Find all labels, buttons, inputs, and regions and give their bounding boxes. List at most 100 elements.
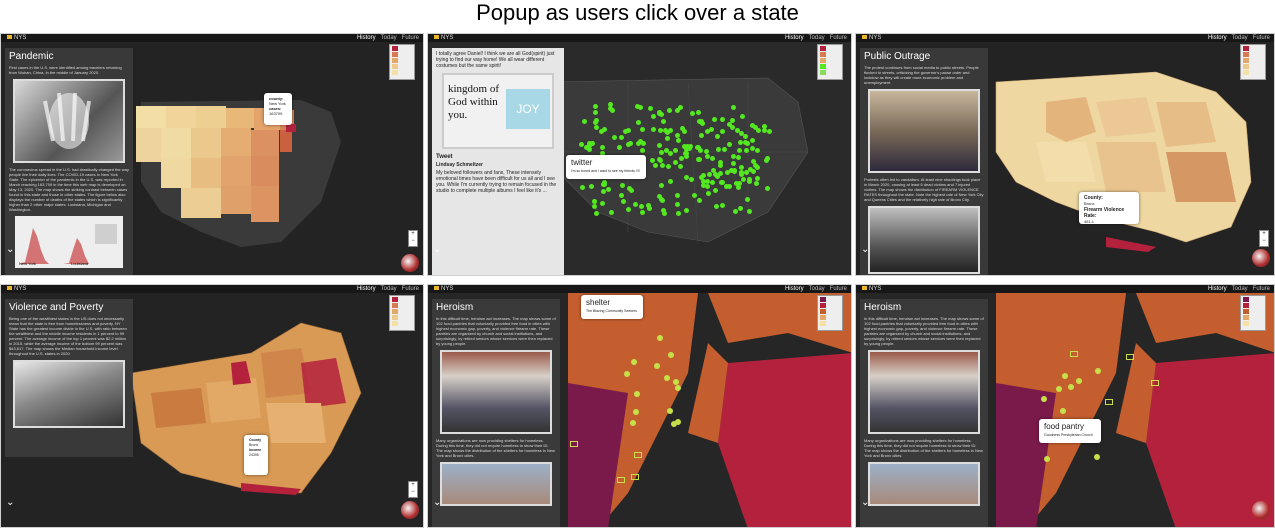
shelter-marker[interactable] [675, 384, 682, 391]
app-logo[interactable]: NYS [434, 34, 453, 42]
tweet-point[interactable] [635, 119, 641, 125]
tweet-point[interactable] [627, 140, 633, 146]
zoom-control[interactable]: + − [408, 481, 418, 498]
tweet-point[interactable] [638, 204, 644, 210]
globe-icon[interactable] [401, 501, 419, 519]
tweet-point[interactable] [737, 206, 743, 212]
shelter-flag[interactable] [630, 473, 639, 480]
tweet-point[interactable] [673, 148, 679, 154]
tweet-point[interactable] [740, 113, 746, 119]
tweet-point[interactable] [588, 183, 594, 189]
nav-history[interactable]: History [357, 286, 376, 292]
shelter-flag[interactable] [617, 477, 626, 484]
tweet-point[interactable] [699, 120, 705, 126]
tweet-point[interactable] [658, 197, 664, 203]
tweet-point[interactable] [720, 117, 726, 123]
tweet-point[interactable] [587, 140, 593, 146]
pantry-marker[interactable] [1060, 408, 1066, 415]
shelter-marker[interactable] [666, 407, 673, 414]
tweet-point[interactable] [755, 127, 761, 133]
tweet-point[interactable] [728, 167, 734, 173]
nav-history[interactable]: History [785, 35, 804, 41]
tweet-point[interactable] [753, 181, 759, 187]
pantry-flag[interactable] [1070, 350, 1079, 357]
tweet-point[interactable] [754, 148, 760, 154]
map-popup[interactable]: twitter I'm so bored and I want to see m… [566, 155, 646, 179]
tweet-point[interactable] [738, 164, 744, 170]
nav-future[interactable]: Future [402, 35, 419, 41]
tweet-point[interactable] [711, 167, 717, 173]
tweet-point[interactable] [619, 193, 625, 199]
tweet-point[interactable] [666, 107, 672, 113]
app-logo[interactable]: NYS [862, 34, 881, 42]
tweet-point[interactable] [710, 179, 716, 185]
tweet-point[interactable] [696, 110, 702, 116]
tweet-point[interactable] [704, 153, 710, 159]
tweet-point[interactable] [678, 164, 684, 170]
pantry-flag[interactable] [1105, 398, 1114, 405]
tweet-point[interactable] [656, 156, 662, 162]
tweet-point[interactable] [744, 196, 750, 202]
tweet-point[interactable] [602, 126, 608, 132]
tweet-point[interactable] [626, 207, 631, 213]
shelter-marker[interactable] [668, 352, 675, 359]
tweet-point[interactable] [592, 109, 598, 115]
tweet-point[interactable] [684, 143, 690, 149]
tweet-point[interactable] [632, 201, 638, 207]
tweet-point[interactable] [659, 183, 665, 189]
tweet-point[interactable] [705, 190, 711, 196]
tweet-point[interactable] [739, 169, 745, 175]
nav-future[interactable]: Future [830, 286, 847, 292]
nav-future[interactable]: Future [1253, 286, 1270, 292]
tweet-point[interactable] [666, 163, 672, 169]
chevron-down-icon[interactable]: ⌄ [433, 497, 441, 508]
pantry-marker[interactable] [1061, 373, 1068, 380]
tweet-point[interactable] [605, 187, 611, 192]
tweet-point[interactable] [622, 128, 628, 134]
tweet-point[interactable] [742, 134, 748, 140]
nav-history[interactable]: History [357, 35, 376, 41]
tweet-point[interactable] [600, 144, 606, 150]
tweet-point[interactable] [744, 147, 750, 153]
tweet-point[interactable] [713, 203, 719, 209]
chevron-down-icon[interactable]: ⌄ [861, 497, 869, 508]
tweet-point[interactable] [668, 150, 674, 156]
tweet-point[interactable] [611, 135, 617, 141]
tweet-point[interactable] [692, 193, 698, 199]
tweet-point[interactable] [719, 202, 725, 208]
tweet-point[interactable] [713, 188, 719, 194]
tweet-point[interactable] [754, 164, 760, 170]
tweet-point[interactable] [736, 185, 742, 191]
tweet-point[interactable] [696, 197, 702, 203]
tweet-point[interactable] [709, 156, 715, 162]
tweet-point[interactable] [722, 147, 728, 153]
tweet-point[interactable] [672, 159, 678, 165]
app-logo[interactable]: NYS [7, 34, 26, 42]
shelter-flag[interactable] [570, 440, 579, 447]
tweet-point[interactable] [741, 176, 747, 182]
tweet-point[interactable] [582, 118, 588, 124]
tweet-point[interactable] [608, 210, 614, 216]
globe-icon[interactable] [1252, 501, 1270, 519]
tweet-point[interactable] [705, 184, 711, 190]
tweet-point[interactable] [594, 210, 600, 216]
tweet-point[interactable] [767, 128, 773, 134]
nav-future[interactable]: Future [1253, 35, 1270, 41]
tweet-point[interactable] [661, 119, 667, 125]
globe-icon[interactable] [401, 254, 419, 272]
tweet-point[interactable] [749, 137, 755, 143]
tweet-point[interactable] [748, 166, 754, 172]
tweet-point[interactable] [690, 111, 696, 117]
app-logo[interactable]: NYS [862, 285, 881, 293]
tweet-point[interactable] [593, 117, 599, 123]
app-logo[interactable]: NYS [7, 285, 26, 293]
tweet-point[interactable] [665, 129, 671, 135]
pantry-marker[interactable] [1076, 378, 1083, 385]
pantry-marker[interactable] [1094, 368, 1101, 375]
tweet-point[interactable] [650, 126, 656, 132]
tweet-point[interactable] [723, 183, 729, 189]
app-logo[interactable]: NYS [434, 285, 453, 293]
tweet-point[interactable] [676, 210, 682, 216]
globe-icon[interactable] [1252, 249, 1270, 267]
nav-today[interactable]: Today [1232, 35, 1248, 41]
